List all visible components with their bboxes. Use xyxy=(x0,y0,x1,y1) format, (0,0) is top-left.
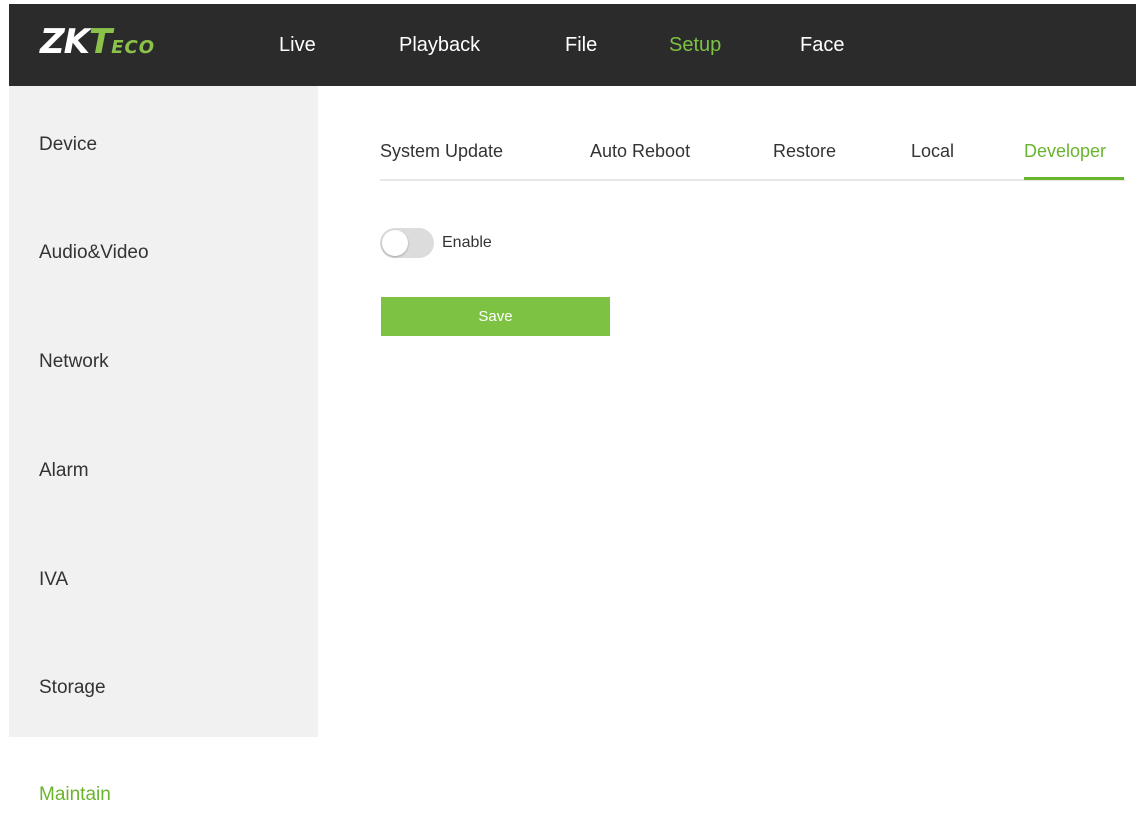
zkteco-logo[interactable]: ZK T ECO xyxy=(40,22,155,62)
nav-file[interactable]: File xyxy=(565,32,597,58)
nav-live[interactable]: Live xyxy=(279,32,316,58)
sidebar-item-maintain[interactable]: Maintain xyxy=(39,783,111,807)
left-edge xyxy=(0,0,9,828)
tab-developer[interactable]: Developer xyxy=(1024,139,1106,163)
tab-restore[interactable]: Restore xyxy=(773,139,836,163)
nav-face[interactable]: Face xyxy=(800,32,844,58)
logo-t-text: T xyxy=(89,22,112,62)
sidebar-item-iva[interactable]: IVA xyxy=(39,568,68,592)
nav-setup[interactable]: Setup xyxy=(669,32,721,58)
sidebar-item-alarm[interactable]: Alarm xyxy=(39,459,89,483)
tab-local[interactable]: Local xyxy=(911,139,954,163)
app-window: ZK T ECO Live Playback File Setup Face D… xyxy=(0,0,1136,828)
sidebar-item-device[interactable]: Device xyxy=(39,133,97,157)
active-tab-indicator xyxy=(1024,177,1124,180)
tab-system-update[interactable]: System Update xyxy=(380,139,503,163)
save-button[interactable]: Save xyxy=(381,297,610,336)
nav-playback[interactable]: Playback xyxy=(399,32,480,58)
sidebar-item-audio-video[interactable]: Audio&Video xyxy=(39,241,149,265)
setup-sidebar: Device Audio&Video Network Alarm IVA Sto… xyxy=(9,86,318,737)
enable-label: Enable xyxy=(442,234,492,251)
logo-zk-text: ZK xyxy=(40,22,90,62)
logo-eco-text: ECO xyxy=(111,37,156,58)
enable-toggle[interactable] xyxy=(380,228,434,258)
tab-auto-reboot[interactable]: Auto Reboot xyxy=(590,139,690,163)
sidebar-item-network[interactable]: Network xyxy=(39,350,109,374)
sidebar-item-storage[interactable]: Storage xyxy=(39,676,106,700)
toggle-knob xyxy=(382,230,408,256)
maintain-tabs: System Update Auto Reboot Restore Local … xyxy=(380,135,1125,181)
top-navigation-bar: ZK T ECO Live Playback File Setup Face xyxy=(9,4,1136,86)
